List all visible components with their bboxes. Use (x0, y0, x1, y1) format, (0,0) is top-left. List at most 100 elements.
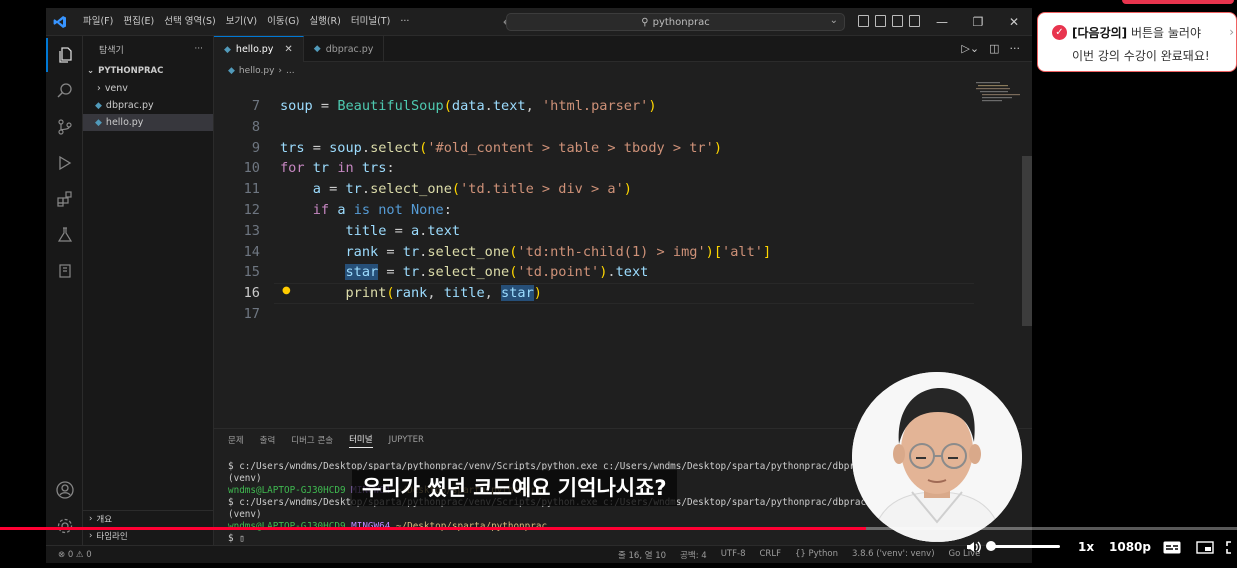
code-token: ( (443, 98, 452, 114)
code-token: not (378, 202, 403, 218)
video-player[interactable]: 파일(F) 편집(E) 선택 영역(S) 보기(V) 이동(G) 실행(R) 터미널(T) ·… (0, 0, 1237, 568)
run-file-icon[interactable]: ▷⌄ (961, 42, 979, 55)
menu-item[interactable]: ··· (395, 8, 414, 36)
code-token: 'td.title > div > a' (460, 181, 624, 197)
status-item[interactable]: 줄 16, 열 10 (618, 549, 666, 561)
subtitles-icon[interactable] (1163, 538, 1181, 556)
run-debug-icon[interactable] (46, 146, 83, 180)
menu-item[interactable]: 파일(F) (78, 8, 118, 36)
panel-tab[interactable]: 문제 (228, 434, 244, 446)
tree-item-dbprac[interactable]: ◆ dbprac.py (83, 97, 213, 114)
project-folder-header[interactable]: ⌄ PYTHONPRAC (83, 62, 213, 80)
toggle-panel-icon[interactable] (875, 15, 886, 27)
problems-count[interactable]: ⊗ 0 ⚠ 0 (46, 550, 92, 560)
volume-slider-handle[interactable] (986, 541, 996, 551)
volume-slider[interactable] (990, 545, 1060, 548)
outline-section[interactable]: › 개요 (83, 510, 214, 527)
breadcrumb-file[interactable]: hello.py (239, 66, 275, 76)
video-progress-bar[interactable] (0, 527, 1237, 530)
code-token: tr (312, 160, 330, 176)
minimize-icon[interactable]: — (924, 8, 960, 36)
account-icon[interactable] (46, 473, 83, 507)
explorer-icon[interactable] (46, 38, 83, 72)
tree-item-label: venv (104, 83, 128, 94)
split-editor-icon[interactable]: ◫ (989, 42, 999, 55)
code-token: star (345, 264, 379, 280)
next-lecture-button-edge[interactable] (1122, 0, 1234, 4)
python-file-icon: ◆ (95, 100, 102, 111)
line-number: 16 (243, 285, 260, 301)
code-line: 16 print(rank, title, star) (214, 283, 974, 304)
chevron-right-icon: › (97, 83, 101, 94)
extensions-icon[interactable] (46, 182, 83, 216)
line-number: 7 (251, 98, 260, 114)
testing-icon[interactable] (46, 218, 83, 252)
status-item[interactable]: 공백: 4 (680, 549, 707, 561)
more-actions-icon[interactable]: ··· (194, 44, 203, 54)
command-center-search[interactable]: ⚲ pythonprac ⌄ (506, 13, 845, 31)
panel-tab[interactable]: JUPYTER (389, 435, 424, 445)
webcam-presenter (852, 372, 1022, 542)
check-circle-icon: ✓ (1052, 25, 1067, 40)
chevron-right-icon[interactable]: › (1229, 25, 1234, 39)
vscode-logo-icon (46, 8, 74, 36)
editor-group: ◆ hello.py ✕ ◆ dbprac.py ▷⌄ ◫ ··· ◆ hell… (214, 36, 1032, 428)
code-token: a (312, 181, 321, 197)
tab-dbprac-py[interactable]: ◆ dbprac.py (304, 36, 385, 62)
minimap[interactable] (976, 80, 1022, 110)
settings-gear-icon[interactable] (46, 509, 83, 543)
toggle-secondary-sidebar-icon[interactable] (892, 15, 903, 27)
breadcrumb: ◆ hello.py › ... (214, 62, 1032, 80)
menu-item[interactable]: 보기(V) (221, 8, 262, 36)
notice-line-2: 이번 강의 수강이 완료돼요! (1072, 49, 1210, 63)
code-token: if (312, 202, 330, 218)
menu-item[interactable]: 이동(G) (262, 8, 304, 36)
menu-item[interactable]: 선택 영역(S) (159, 8, 220, 36)
tab-hello-py[interactable]: ◆ hello.py ✕ (214, 36, 304, 62)
notebook-icon[interactable] (46, 254, 83, 288)
customize-layout-icon[interactable] (909, 15, 920, 27)
status-item[interactable]: 3.8.6 ('venv': venv) (852, 549, 935, 561)
toggle-sidebar-icon[interactable] (858, 15, 869, 27)
quality-button[interactable]: 1080p (1109, 538, 1151, 556)
source-control-icon[interactable] (46, 110, 83, 144)
playback-speed-button[interactable]: 1x (1078, 538, 1094, 556)
panel-tab[interactable]: 터미널 (349, 433, 373, 448)
lecture-notice-popup[interactable]: ✓ [다음강의] 버튼을 눌러야 이번 강의 수강이 완료돼요! › (1037, 12, 1237, 72)
more-actions-icon[interactable]: ··· (1010, 42, 1021, 55)
code-editor[interactable]: 7 soup = BeautifulSoup(data.text, 'html.p… (214, 96, 974, 326)
fullscreen-icon[interactable] (1226, 538, 1237, 556)
restore-icon[interactable]: ❐ (960, 8, 996, 36)
menu-item[interactable]: 편집(E) (118, 8, 159, 36)
terminal-token: (venv) (228, 509, 262, 520)
search-icon[interactable] (46, 74, 83, 108)
tree-item-venv[interactable]: › venv (83, 80, 213, 97)
breadcrumb-more[interactable]: ... (286, 66, 295, 76)
code-token: soup (280, 98, 313, 114)
code-text: a = tr.select_one('td.title > div > a') (280, 179, 632, 200)
code-line: 13 title = a.text (214, 221, 974, 242)
volume-icon[interactable] (966, 538, 982, 556)
terminal-token: $ ▯ (228, 533, 245, 544)
status-item[interactable]: {} Python (795, 549, 838, 561)
close-tab-icon[interactable]: ✕ (284, 44, 292, 55)
picture-in-picture-icon[interactable] (1196, 538, 1214, 556)
status-item[interactable]: UTF-8 (721, 549, 746, 561)
code-token: a (410, 223, 420, 239)
code-token: ( (386, 285, 395, 301)
explorer-title: 탐색기 (99, 45, 124, 56)
status-item[interactable]: CRLF (760, 549, 781, 561)
tree-item-hello[interactable]: ◆ hello.py (83, 114, 213, 131)
editor-scrollbar[interactable] (1022, 156, 1032, 326)
code-line: 8 (214, 117, 974, 138)
menu-item[interactable]: 실행(R) (304, 8, 346, 36)
panel-tab[interactable]: 출력 (260, 434, 276, 446)
terminal-line: $ ▯ (228, 533, 883, 545)
menu-item[interactable]: 터미널(T) (346, 8, 395, 36)
close-window-icon[interactable]: ✕ (996, 8, 1032, 36)
panel-tab[interactable]: 디버그 콘솔 (291, 434, 333, 446)
